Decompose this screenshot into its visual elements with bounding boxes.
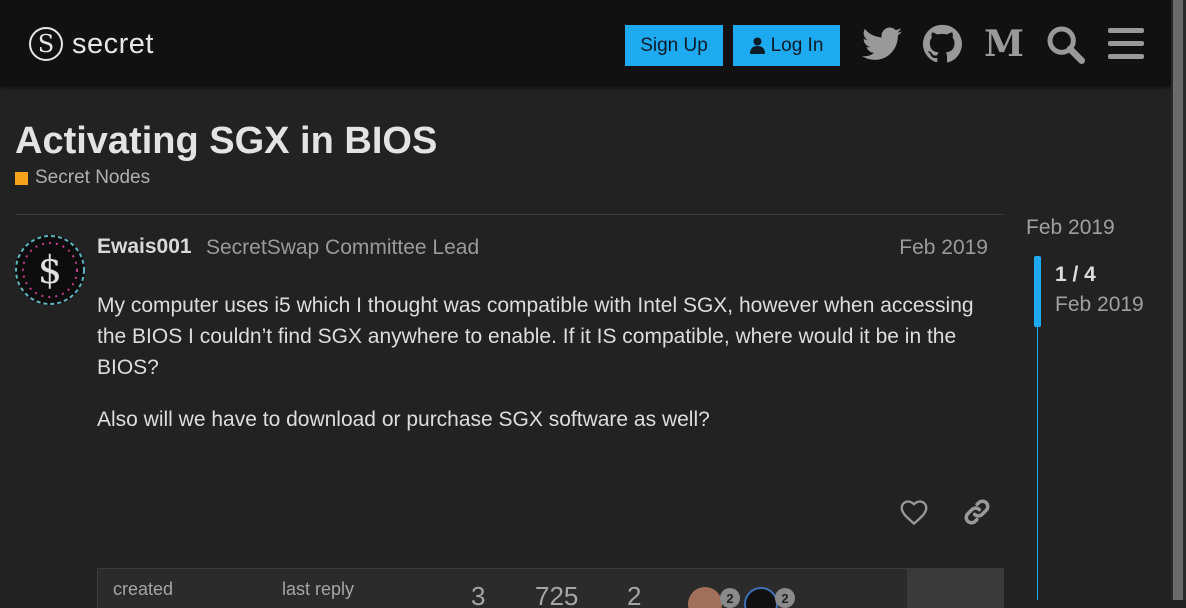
site-logo[interactable]: S secret (29, 24, 154, 64)
post-count-badge: 2 (720, 588, 740, 608)
post-count-badge: 2 (775, 588, 795, 608)
hamburger-menu-icon[interactable] (1104, 22, 1148, 66)
user-title: SecretSwap Committee Lead (206, 236, 480, 259)
svg-text:$: $ (38, 248, 62, 292)
post-body: My computer uses i5 which I thought was … (97, 290, 997, 456)
twitter-icon[interactable] (860, 22, 904, 66)
post-paragraph: Also will we have to download or purchas… (97, 408, 710, 431)
link-icon (963, 498, 991, 531)
medium-icon[interactable]: M (982, 22, 1026, 66)
avatar[interactable]: $ (15, 235, 85, 305)
timeline-position: 1 / 4 (1055, 263, 1096, 286)
divider (15, 214, 1004, 215)
scrollbar-thumb[interactable] (1173, 0, 1183, 600)
share-link-button[interactable] (958, 495, 996, 533)
replies-count: 3 (471, 581, 486, 608)
expand-topic-map-button[interactable] (907, 569, 1003, 608)
views-count: 725 (535, 581, 579, 608)
last-reply-label: last reply (282, 579, 355, 599)
site-header: S secret Sign Up Log In M (0, 0, 1171, 86)
post-username[interactable]: Ewais001 (97, 235, 192, 259)
timeline-start-date[interactable]: Feb 2019 (1026, 216, 1115, 240)
heart-icon (900, 499, 928, 530)
like-button[interactable] (895, 495, 933, 533)
search-icon[interactable] (1043, 22, 1087, 66)
avatar[interactable] (744, 587, 778, 608)
timeline-current-date: Feb 2019 (1055, 293, 1144, 316)
category-color-swatch (15, 171, 28, 185)
post-date[interactable]: Feb 2019 (899, 236, 988, 260)
category-name: Secret Nodes (35, 167, 151, 188)
secret-logo-icon: S (29, 27, 63, 61)
topic-title[interactable]: Activating SGX in BIOS (15, 120, 437, 163)
logo-text: secret (72, 27, 154, 60)
sign-up-button[interactable]: Sign Up (625, 25, 723, 66)
avatar[interactable] (688, 587, 722, 608)
log-in-label: Log In (770, 34, 824, 56)
category-link[interactable]: Secret Nodes (15, 167, 150, 189)
post-paragraph: My computer uses i5 which I thought was … (97, 294, 974, 379)
user-icon (749, 37, 765, 54)
created-label: created (113, 579, 174, 599)
users-count: 2 (627, 581, 642, 608)
sign-up-label: Sign Up (640, 34, 708, 56)
timeline-handle[interactable] (1034, 256, 1041, 327)
github-icon[interactable] (920, 22, 964, 66)
topic-map: created last reply 3 725 2 2 2 (97, 568, 1004, 608)
log-in-button[interactable]: Log In (733, 25, 840, 66)
